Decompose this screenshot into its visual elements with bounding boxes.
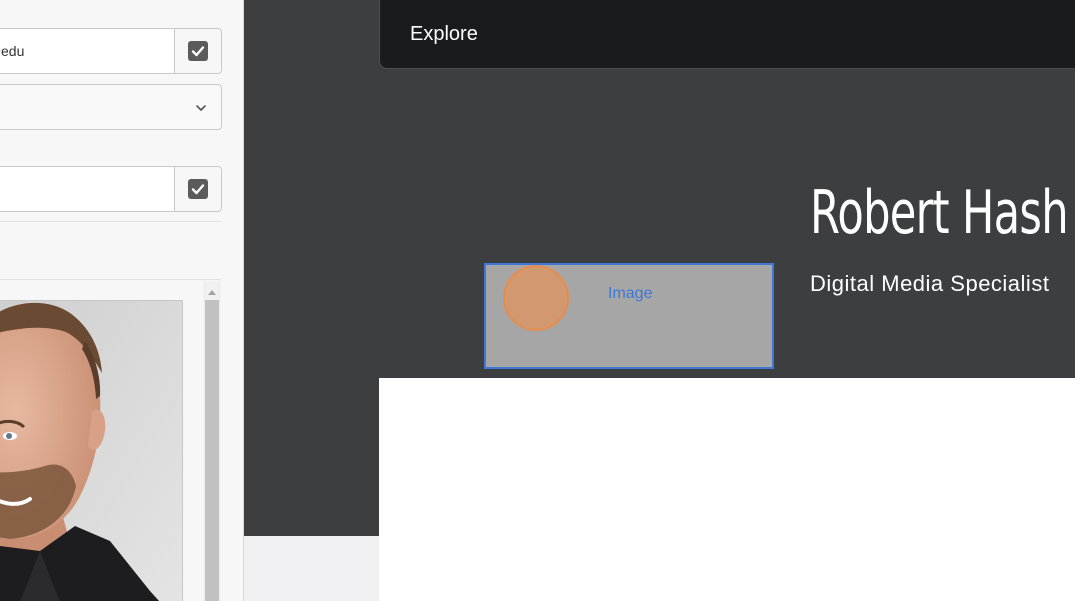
- scrollbar-thumb[interactable]: [205, 300, 219, 601]
- scroll-up-arrow-icon[interactable]: [203, 285, 221, 299]
- email-field-value[interactable]: edu: [1, 29, 24, 73]
- profile-title: Digital Media Specialist: [810, 271, 1050, 296]
- email-field[interactable]: edu: [0, 28, 222, 74]
- profile-photo[interactable]: [0, 300, 183, 601]
- top-nav: Explore: [379, 0, 1075, 69]
- nav-link-explore[interactable]: Explore: [410, 0, 478, 69]
- image-placeholder-label: Image: [608, 285, 653, 302]
- editor-panel: edu: [0, 0, 244, 601]
- chevron-down-icon: [195, 100, 207, 119]
- profile-photo-image: [0, 301, 182, 601]
- divider: [0, 221, 221, 222]
- scrollbar[interactable]: [203, 281, 221, 601]
- click-indicator: [503, 265, 569, 331]
- profile-name: Robert Hash: [810, 178, 1069, 248]
- text-field[interactable]: [0, 166, 222, 212]
- text-confirm-button[interactable]: [174, 167, 221, 211]
- preview-content-area: [379, 378, 1075, 601]
- divider: [0, 279, 221, 280]
- select-dropdown[interactable]: [0, 84, 222, 130]
- checkbox-checked-icon: [188, 179, 208, 199]
- checkbox-checked-icon: [188, 41, 208, 61]
- email-confirm-button[interactable]: [174, 29, 221, 73]
